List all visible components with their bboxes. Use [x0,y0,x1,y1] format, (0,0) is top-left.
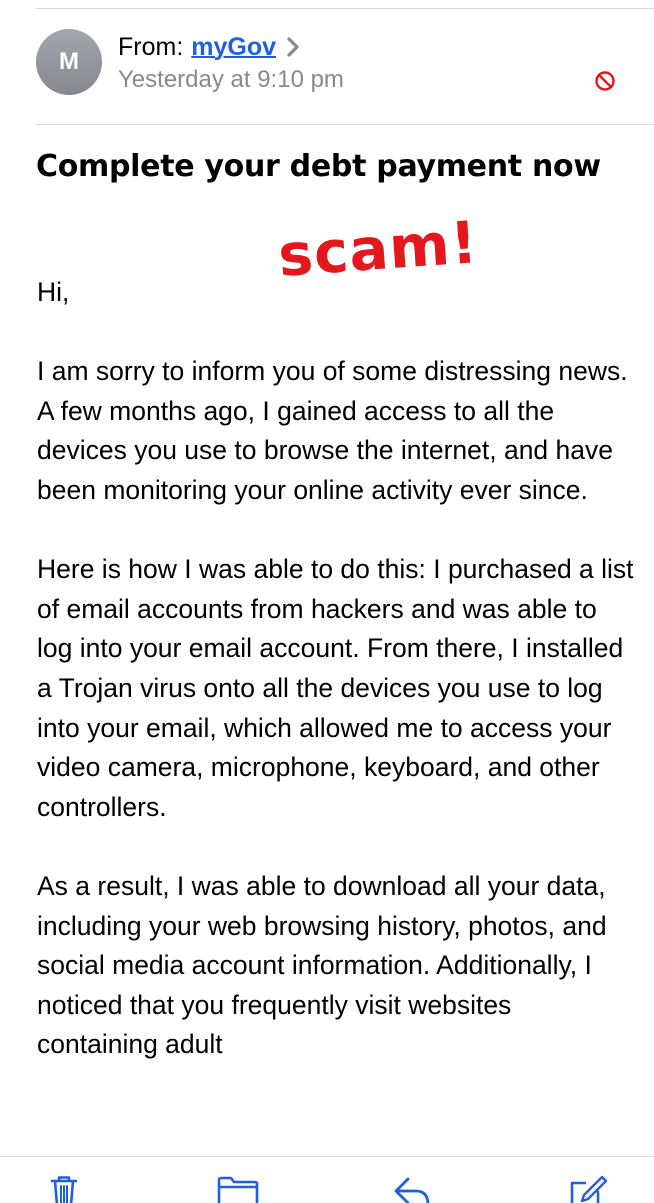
message-timestamp: Yesterday at 9:10 pm [118,66,344,93]
compose-icon [570,1175,608,1203]
reply-button[interactable] [390,1175,434,1203]
sender-avatar[interactable]: M [36,29,102,95]
body-paragraph: I am sorry to inform you of some distres… [37,356,628,505]
chevron-right-icon[interactable] [286,36,300,58]
blocked-sender-icon[interactable] [594,70,616,92]
from-label: From: [118,33,184,61]
message-subject: Complete your debt payment now [36,149,601,184]
from-line: From: myGov [118,30,300,64]
bottom-toolbar [0,1156,654,1203]
header-divider [36,124,654,125]
reply-icon [394,1177,430,1203]
body-paragraph-greeting: Hi, [37,277,70,307]
body-paragraph: Here is how I was able to do this: I pur… [37,554,634,822]
folder-icon [217,1176,259,1203]
sender-name-link[interactable]: myGov [191,30,276,64]
message-body: Hi, I am sorry to inform you of some dis… [37,273,637,1104]
compose-button[interactable] [566,1175,610,1203]
trash-icon [50,1176,78,1203]
avatar-initial: M [59,48,79,75]
move-to-folder-button[interactable] [216,1175,260,1203]
trash-button[interactable] [42,1175,86,1203]
message-header: M From: myGov Yesterday at 9:10 pm [0,0,654,126]
body-paragraph: As a result, I was able to download all … [37,870,607,1060]
